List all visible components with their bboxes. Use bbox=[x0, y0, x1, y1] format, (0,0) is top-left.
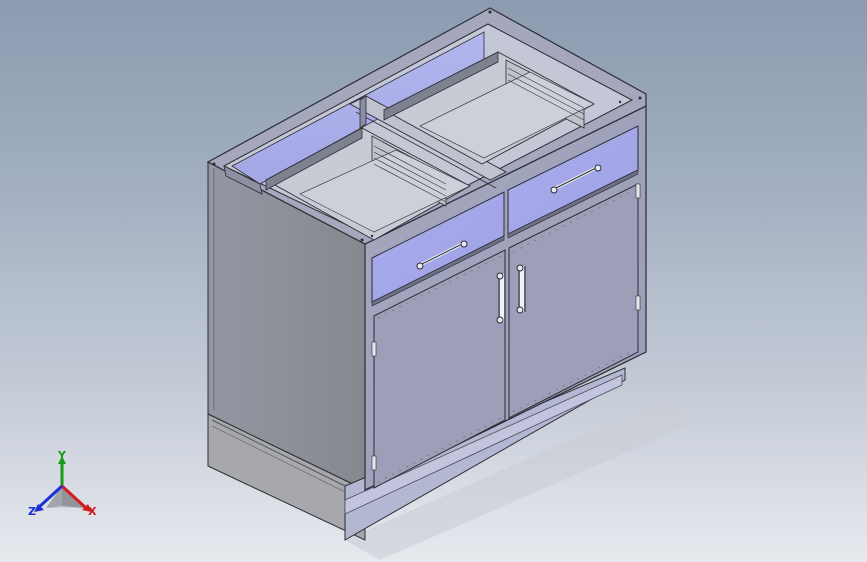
cabinet-3d-model[interactable] bbox=[0, 0, 867, 562]
y-axis-label: Y bbox=[58, 449, 66, 462]
orientation-triad: Y X Z bbox=[22, 448, 104, 524]
x-axis-label: X bbox=[88, 505, 97, 518]
cad-graphics-area[interactable]: Y X Z bbox=[0, 0, 867, 562]
z-axis-label: Z bbox=[28, 505, 36, 518]
